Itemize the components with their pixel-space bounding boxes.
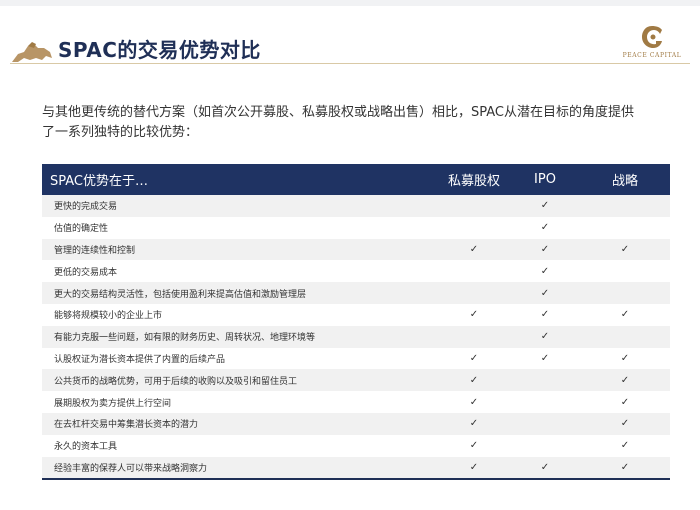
table-row: 估值的确定性 ✓ [42,216,670,239]
table-row: 有能力克服一些问题，如有限的财务历史、周转状况、地理环境等 ✓ [42,325,670,348]
check-strategic-icon: ✓ [620,396,630,408]
lion-logo-icon [12,42,52,62]
header-ipo: IPO [534,172,556,187]
check-ipo-icon: ✓ [540,331,550,343]
check-ipo-icon: ✓ [540,243,550,255]
check-ipo-icon: ✓ [540,265,550,277]
row-label: 公共货币的战略优势，可用于后续的收购以及吸引和留住员工 [54,376,298,387]
check-strategic-icon: ✓ [620,440,630,452]
table-row: 认股权证为潜长资本提供了内置的后续产品 ✓ ✓ ✓ [42,347,670,370]
row-label: 更大的交易结构灵活性，包括使用盈利来提高估值和激励管理层 [54,289,307,300]
table-row: 管理的连续性和控制 ✓ ✓ ✓ [42,238,670,261]
check-ipo-icon: ✓ [540,200,550,212]
check-private-equity-icon: ✓ [469,243,479,255]
check-strategic-icon: ✓ [620,309,630,321]
header-private-equity: 私募股权 [447,174,500,189]
row-label: 能够将规模较小的企业上市 [54,311,163,322]
table-row: 公共货币的战略优势，可用于后续的收购以及吸引和留住员工 ✓ ✓ [42,369,670,392]
check-ipo-icon: ✓ [540,309,550,321]
row-label: 管理的连续性和控制 [54,245,136,256]
header-strategic: 战略 [611,174,638,189]
check-ipo-icon: ✓ [540,352,550,364]
row-label: 估值的确定性 [54,224,109,235]
peace-capital-emblem-icon [642,26,662,48]
page-title: SPAC的交易优势对比 [58,38,261,62]
check-strategic-icon: ✓ [620,461,630,473]
check-private-equity-icon: ✓ [469,309,479,321]
check-private-equity-icon: ✓ [469,374,479,386]
logo-text: PEACE CAPITAL [622,52,682,59]
table-row: 更低的交易成本 ✓ [42,260,670,283]
table-body: 更快的完成交易 ✓ 估值的确定性 ✓ 管理的连续性和控制 ✓ ✓ ✓ 更低的交易成本 ✓ 更大的交易… [42,195,670,479]
table-row: 更大的交易结构灵活性，包括使用盈利来提高估值和激励管理层 ✓ [42,282,670,304]
check-strategic-icon: ✓ [620,243,630,255]
table-row: 在去杠杆交易中筹集潜长资本的潜力 ✓ ✓ [42,412,670,435]
header-advantage: SPAC优势在于… [50,174,149,189]
row-label: 认股权证为潜长资本提供了内置的后续产品 [54,354,226,365]
slide-header: SPAC的交易优势对比 PEACE CAPITAL [0,0,700,70]
check-ipo-icon: ✓ [540,461,550,473]
check-private-equity-icon: ✓ [469,396,479,408]
check-strategic-icon: ✓ [620,352,630,364]
check-ipo-icon: ✓ [540,222,550,234]
header-divider [10,63,690,64]
row-label: 展期股权为卖方提供上行空间 [54,398,172,409]
table-row: 永久的资本工具 ✓ ✓ [42,434,670,457]
check-ipo-icon: ✓ [540,287,550,299]
table-row: 能够将规模较小的企业上市 ✓ ✓ ✓ [42,303,670,326]
peace-capital-logo: PEACE CAPITAL [612,24,692,64]
check-private-equity-icon: ✓ [469,352,479,364]
check-private-equity-icon: ✓ [469,461,479,473]
comparison-table: SPAC优势在于… 私募股权 IPO 战略 更快的完成交易 ✓ 估值的确定性 ✓ 管理的… [42,164,670,481]
row-label: 更快的完成交易 [54,202,118,213]
check-strategic-icon: ✓ [620,418,630,430]
table-row: 经验丰富的保荐人可以带来战略洞察力 ✓ ✓ ✓ [42,456,670,479]
table-row: 更快的完成交易 ✓ [42,195,670,217]
row-label: 有能力克服一些问题，如有限的财务历史、周转状况、地理环境等 [54,333,316,344]
check-private-equity-icon: ✓ [469,418,479,430]
intro-paragraph: 与其他更传统的替代方案（如首次公开募股、私募股权或战略出售）相比，SPAC从潜在… [42,105,635,140]
check-private-equity-icon: ✓ [469,440,479,452]
check-strategic-icon: ✓ [620,374,630,386]
table-row: 展期股权为卖方提供上行空间 ✓ ✓ [42,391,670,413]
row-label: 经验丰富的保荐人可以带来战略洞察力 [54,463,208,474]
table-header: SPAC优势在于… 私募股权 IPO 战略 [42,164,670,195]
row-label: 更低的交易成本 [54,267,118,278]
row-label: 在去杠杆交易中筹集潜长资本的潜力 [54,420,199,431]
row-label: 永久的资本工具 [54,442,118,453]
